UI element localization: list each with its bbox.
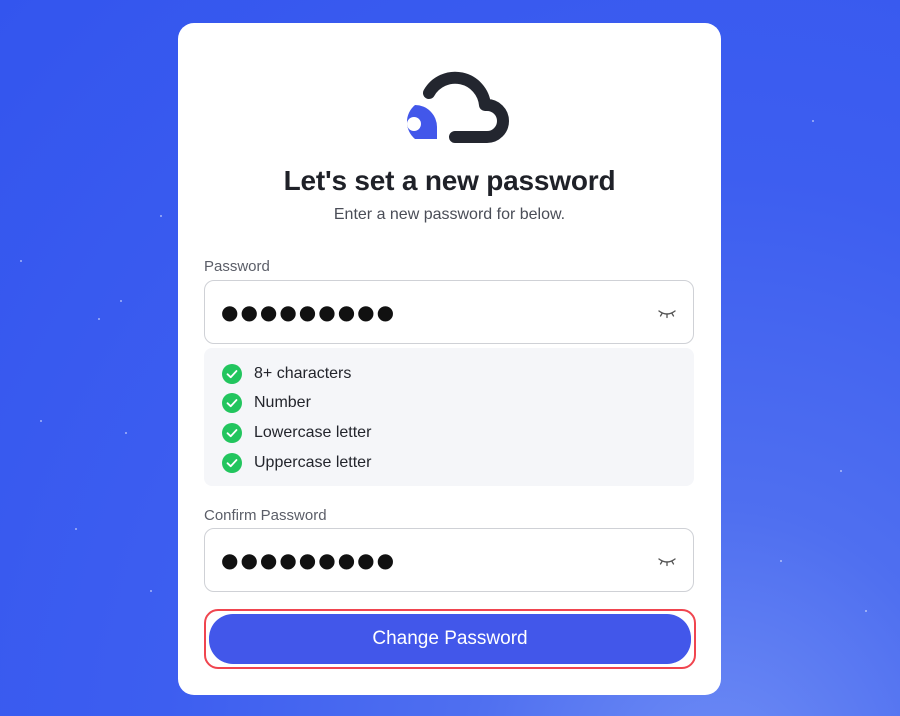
- page-subtitle: Enter a new password for below.: [333, 206, 566, 223]
- confirm-password-input[interactable]: ●●●●●●●●●: [204, 528, 694, 592]
- eye-closed-icon[interactable]: [657, 305, 677, 321]
- focus-highlight: Change Password: [204, 609, 696, 669]
- requirement-label: Lowercase letter: [254, 424, 372, 441]
- requirement-item: Uppercase letter: [222, 452, 371, 474]
- change-password-button[interactable]: Change Password: [209, 614, 691, 664]
- password-label: Password: [204, 258, 270, 275]
- cloud-pin-logo-icon: [406, 71, 509, 143]
- check-circle-icon: [222, 364, 242, 384]
- requirement-label: Number: [254, 394, 311, 411]
- requirement-item: Number: [222, 392, 311, 414]
- password-reset-card: Let's set a new password Enter a new pas…: [178, 23, 721, 695]
- confirm-password-value: ●●●●●●●●●: [221, 548, 397, 572]
- requirement-label: 8+ characters: [254, 365, 352, 382]
- password-input[interactable]: ●●●●●●●●●: [204, 280, 694, 344]
- check-circle-icon: [222, 453, 242, 473]
- confirm-password-label: Confirm Password: [204, 507, 327, 524]
- requirement-item: Lowercase letter: [222, 422, 371, 444]
- eye-closed-icon[interactable]: [657, 553, 677, 569]
- password-value: ●●●●●●●●●: [221, 300, 397, 324]
- requirement-label: Uppercase letter: [254, 454, 372, 471]
- check-circle-icon: [222, 423, 242, 443]
- check-circle-icon: [222, 393, 242, 413]
- password-requirements: 8+ characters Number Lowercase letter Up…: [204, 348, 694, 486]
- requirement-item: 8+ characters: [222, 363, 351, 385]
- page-title: Let's set a new password: [283, 165, 616, 196]
